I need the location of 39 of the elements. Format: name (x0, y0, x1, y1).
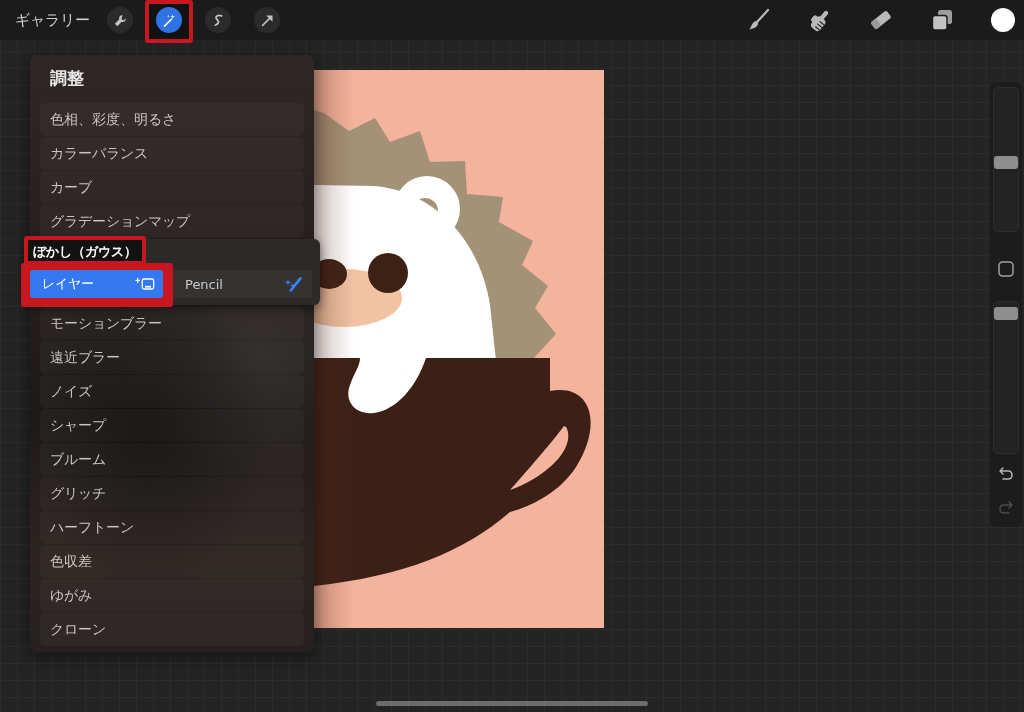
layers-icon (930, 8, 954, 32)
menu-item[interactable]: グリッチ (40, 477, 304, 510)
menu-item[interactable]: 色収差 (40, 545, 304, 578)
menu-item[interactable]: カラーバランス (40, 137, 304, 170)
menu-item[interactable]: ハーフトーン (40, 511, 304, 544)
menu-item[interactable]: ノイズ (40, 375, 304, 408)
panel-title: 調整 (50, 67, 84, 90)
menu-item[interactable]: カーブ (40, 171, 304, 204)
menu-item[interactable]: クローン (40, 613, 304, 646)
menu-item[interactable]: シャープ (40, 409, 304, 442)
menu-item[interactable]: ブルーム (40, 443, 304, 476)
submenu-title: ぼかし（ガウス） (33, 243, 137, 261)
menu-item[interactable]: モーションブラー (40, 307, 304, 340)
undo-button[interactable] (998, 466, 1014, 482)
menu-item[interactable]: グラデーションマップ (40, 205, 304, 238)
wrench-icon (112, 12, 128, 28)
sparkle-frame-icon (135, 276, 155, 292)
s-curve-button[interactable] (205, 7, 231, 33)
slider-thumb[interactable] (994, 155, 1018, 169)
rounded-square-icon (998, 261, 1014, 277)
menu-option[interactable]: Pencil (173, 270, 312, 298)
gallery-button[interactable]: ギャラリー (15, 10, 90, 30)
redo-arrow-icon (998, 500, 1014, 516)
wrench-button[interactable] (107, 7, 133, 33)
pencil-sparkle-icon (284, 276, 304, 292)
menu-item[interactable]: ゆがみ (40, 579, 304, 612)
menu-option[interactable]: レイヤー (30, 270, 163, 298)
menu-item[interactable]: 遠近ブラー (40, 341, 304, 374)
menu-item[interactable]: 色相、彩度、明るさ (40, 103, 304, 136)
magic-wand-icon (161, 12, 177, 28)
opacity-slider[interactable] (993, 301, 1019, 454)
brush-icon (747, 8, 771, 32)
color-button[interactable] (988, 5, 1018, 35)
color-swatch-icon (991, 8, 1015, 32)
slider-thumb[interactable] (994, 307, 1018, 321)
brush-size-slider[interactable] (993, 87, 1019, 232)
undo-arrow-icon (998, 466, 1014, 482)
arrow-button[interactable] (254, 7, 280, 33)
modify-button[interactable] (998, 261, 1014, 277)
